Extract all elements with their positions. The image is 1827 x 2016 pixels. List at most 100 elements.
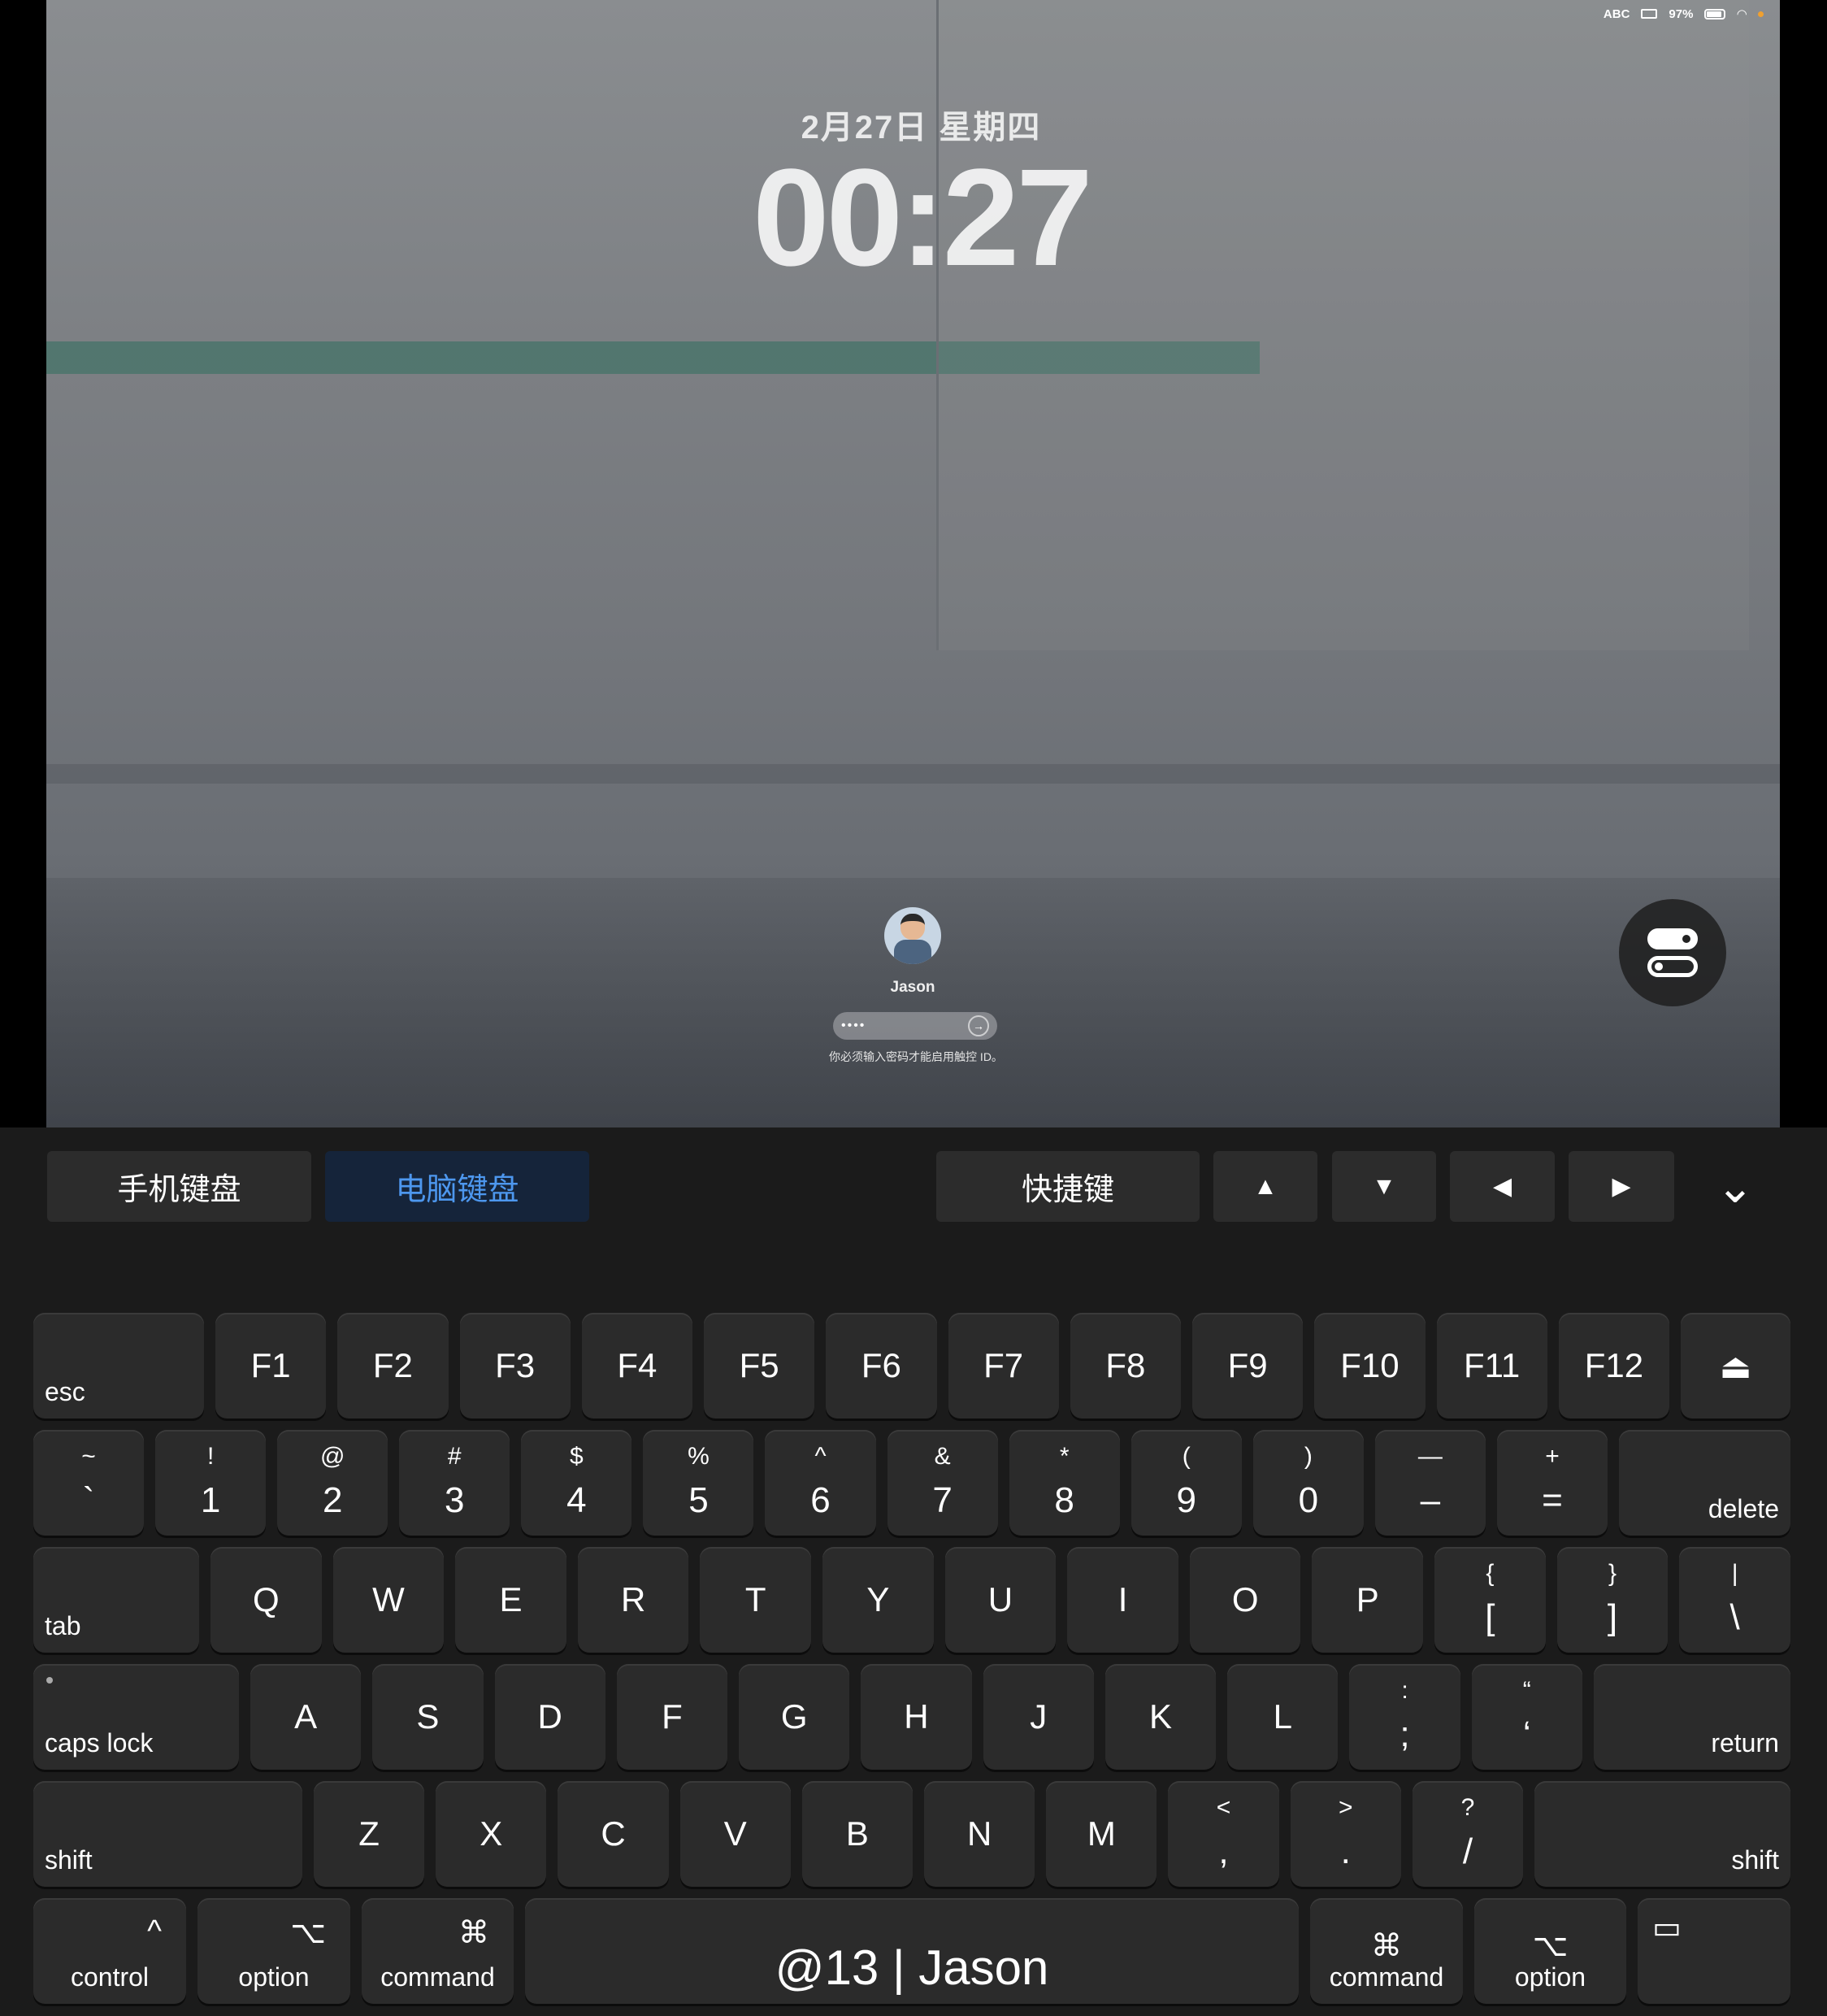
key-shift-right[interactable]: shift <box>1534 1781 1791 1887</box>
key-control[interactable]: ^ control <box>33 1898 186 2004</box>
key-f8[interactable]: F8 <box>1070 1313 1181 1419</box>
key-label: 2 <box>322 1480 343 1520</box>
key-eject[interactable]: ⏏ <box>1681 1313 1790 1419</box>
key-4[interactable]: $4 <box>521 1430 632 1536</box>
key-label: [ <box>1485 1597 1495 1637</box>
key-q[interactable]: Q <box>210 1547 322 1653</box>
control-toggle-button[interactable] <box>1619 899 1726 1006</box>
key-s[interactable]: S <box>372 1664 484 1770</box>
key-tab[interactable]: tab <box>33 1547 199 1653</box>
key-n[interactable]: N <box>924 1781 1035 1887</box>
key-u[interactable]: U <box>944 1547 1057 1653</box>
key-label: return <box>1711 1728 1779 1757</box>
arrow-down-button[interactable]: ▼ <box>1332 1151 1436 1222</box>
key-p[interactable]: P <box>1312 1547 1424 1653</box>
key-a[interactable]: A <box>250 1664 362 1770</box>
key-option-left[interactable]: ⌥ option <box>197 1898 350 2004</box>
key-w[interactable]: W <box>332 1547 445 1653</box>
key-z[interactable]: Z <box>314 1781 425 1887</box>
key-h[interactable]: H <box>861 1664 972 1770</box>
key-–[interactable]: — – <box>1374 1430 1486 1536</box>
key-1[interactable]: ! 1 <box>155 1430 267 1536</box>
key-punct-1[interactable]: “‘ <box>1471 1664 1582 1770</box>
arrow-left-button[interactable]: ◀ <box>1450 1151 1555 1222</box>
key-7[interactable]: & 7 <box>887 1430 998 1536</box>
key-k[interactable]: K <box>1104 1664 1217 1770</box>
user-name: Jason <box>890 979 935 996</box>
key-2[interactable]: @2 <box>277 1430 388 1536</box>
key-j[interactable]: J <box>983 1664 1094 1770</box>
key-symbol-1[interactable]: >. <box>1290 1781 1401 1887</box>
key-f9[interactable]: F9 <box>1192 1313 1304 1419</box>
key-l[interactable]: L <box>1227 1664 1339 1770</box>
key-f5[interactable]: F5 <box>704 1313 815 1419</box>
key-f3[interactable]: F3 <box>459 1313 571 1419</box>
key-e[interactable]: E <box>455 1547 566 1653</box>
key-f6[interactable]: F6 <box>826 1313 937 1419</box>
arrow-up-button[interactable]: ▲ <box>1213 1151 1317 1222</box>
key-c[interactable]: C <box>558 1781 669 1887</box>
key-b[interactable]: B <box>801 1781 914 1887</box>
key-=[interactable]: + = <box>1496 1430 1608 1536</box>
key-label: tab <box>45 1611 81 1640</box>
key-t[interactable]: T <box>700 1547 812 1653</box>
key-y[interactable]: Y <box>822 1547 934 1653</box>
key-command-left[interactable]: ⌘ command <box>362 1898 514 2004</box>
key-label: shift <box>45 1845 93 1875</box>
key-v[interactable]: V <box>679 1781 791 1887</box>
key-d[interactable]: D <box>494 1664 605 1770</box>
key-punct-0[interactable]: :; <box>1349 1664 1460 1770</box>
key-bracket-0[interactable]: {[ <box>1434 1547 1546 1653</box>
key-label: option <box>238 1962 310 1992</box>
key-return[interactable]: return <box>1593 1664 1790 1770</box>
submit-arrow-icon[interactable]: → <box>968 1015 989 1036</box>
key-symbol-0[interactable]: <, <box>1168 1781 1279 1887</box>
key-option-right[interactable]: ⌥ option <box>1474 1898 1626 2004</box>
key-label: shift <box>1731 1845 1780 1875</box>
password-field[interactable]: •••• → <box>833 1012 997 1040</box>
key-symbol-2[interactable]: ? / <box>1412 1781 1524 1887</box>
key-0[interactable]: ) 0 <box>1252 1430 1364 1536</box>
key-shift-left[interactable]: shift <box>33 1781 302 1887</box>
key-`[interactable]: ~ ` <box>33 1430 145 1536</box>
key-esc[interactable]: esc <box>33 1313 204 1419</box>
key-fn[interactable]: ▭ <box>1638 1898 1790 2004</box>
remote-screen[interactable]: ABC 97% ◠ 2月27日 星期四 00:27 Jason •••• → 你… <box>46 0 1780 1127</box>
key-label: ^ <box>814 1443 827 1470</box>
key-f2[interactable]: F2 <box>337 1313 449 1419</box>
key-5[interactable]: % 5 <box>643 1430 754 1536</box>
key-label: ] <box>1607 1597 1618 1637</box>
tab-phone-keyboard[interactable]: 手机键盘 <box>47 1151 311 1222</box>
key-g[interactable]: G <box>739 1664 850 1770</box>
key-9[interactable]: (9 <box>1130 1430 1242 1536</box>
key-o[interactable]: O <box>1189 1547 1301 1653</box>
avatar[interactable] <box>884 907 941 964</box>
key-i[interactable]: I <box>1067 1547 1178 1653</box>
key-space[interactable]: @13 | Jason <box>525 1898 1299 2004</box>
key-f12[interactable]: F12 <box>1558 1313 1669 1419</box>
key-f[interactable]: F <box>616 1664 728 1770</box>
key-x[interactable]: X <box>436 1781 547 1887</box>
key-delete[interactable]: delete <box>1619 1430 1791 1536</box>
key-bracket-2[interactable]: | \ <box>1679 1547 1790 1653</box>
key-m[interactable]: M <box>1046 1781 1157 1887</box>
key-f1[interactable]: F1 <box>215 1313 327 1419</box>
toggle-on-icon <box>1647 928 1698 949</box>
shortcuts-button[interactable]: 快捷键 <box>936 1151 1200 1222</box>
key-8[interactable]: * 8 <box>1009 1430 1120 1536</box>
key-caps-lock[interactable]: caps lock <box>33 1664 239 1770</box>
key-f10[interactable]: F10 <box>1314 1313 1426 1419</box>
key-r[interactable]: R <box>577 1547 689 1653</box>
key-command-right[interactable]: ⌘ command <box>1310 1898 1463 2004</box>
key-f4[interactable]: F4 <box>581 1313 692 1419</box>
tab-computer-keyboard[interactable]: 电脑键盘 <box>325 1151 589 1222</box>
key-f7[interactable]: F7 <box>948 1313 1059 1419</box>
collapse-chevron-icon[interactable]: ⌄ <box>1699 1151 1772 1222</box>
key-row: ~ `! 1 @2 #3 $4% 5 ^ 6 & 7 * 8(9) 0— – + = delete <box>33 1430 1791 1536</box>
key-bracket-1[interactable]: }] <box>1556 1547 1669 1653</box>
key-f11[interactable]: F11 <box>1436 1313 1547 1419</box>
key-label: 3 <box>445 1480 465 1520</box>
key-3[interactable]: #3 <box>399 1430 510 1536</box>
arrow-right-button[interactable]: ▶ <box>1569 1151 1674 1222</box>
key-6[interactable]: ^ 6 <box>765 1430 876 1536</box>
